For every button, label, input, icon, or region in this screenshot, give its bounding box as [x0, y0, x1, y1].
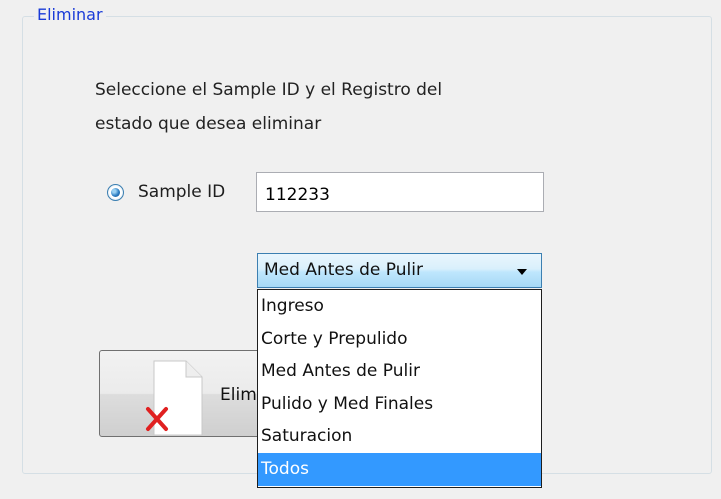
sample-id-radio[interactable] [107, 184, 124, 201]
sample-id-input[interactable] [256, 172, 544, 212]
radio-selected-dot [111, 188, 120, 197]
sample-id-radio-label[interactable]: Sample ID [138, 180, 225, 204]
estado-combobox[interactable]: Med Antes de Pulir [257, 253, 542, 288]
groupbox-title: Eliminar [34, 5, 106, 25]
delete-document-icon [146, 360, 203, 436]
instructions-text: Seleccione el Sample ID y el Registro de… [95, 73, 535, 141]
delete-button[interactable]: Elim [99, 350, 279, 437]
dropdown-option-med-antes-de-pulir[interactable]: Med Antes de Pulir [258, 355, 541, 388]
instructions-line-2: estado que desea eliminar [95, 114, 322, 134]
instructions-line-1: Seleccione el Sample ID y el Registro de… [95, 80, 443, 100]
dropdown-option-ingreso[interactable]: Ingreso [258, 290, 541, 323]
estado-dropdown-list[interactable]: Ingreso Corte y Prepulido Med Antes de P… [257, 289, 542, 488]
estado-combobox-value: Med Antes de Pulir [264, 260, 423, 280]
chevron-down-icon[interactable] [517, 269, 527, 275]
dropdown-option-corte-y-prepulido[interactable]: Corte y Prepulido [258, 323, 541, 356]
dropdown-option-pulido-y-med-finales[interactable]: Pulido y Med Finales [258, 388, 541, 421]
dropdown-option-saturacion[interactable]: Saturacion [258, 420, 541, 453]
dropdown-option-todos[interactable]: Todos [258, 452, 541, 486]
delete-button-label: Elim [220, 385, 257, 405]
